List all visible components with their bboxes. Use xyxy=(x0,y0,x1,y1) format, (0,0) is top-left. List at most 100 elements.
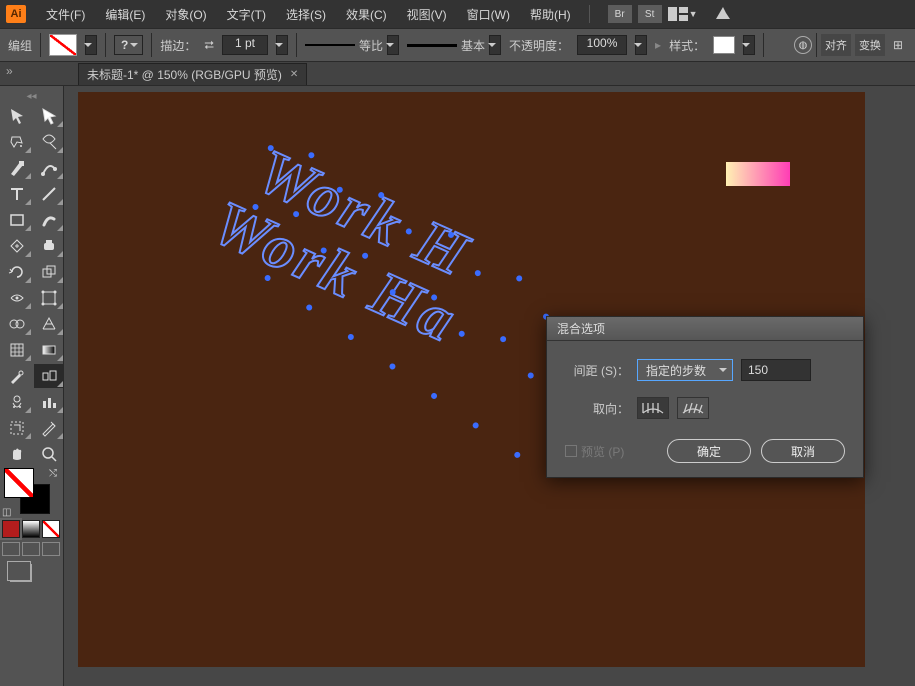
menu-edit[interactable]: 编辑(E) xyxy=(97,2,153,27)
control-bar: 编组 ? 描边： ⮂ 1 pt 等比 基本 不透明度： 100% ▸ 样式： ◍… xyxy=(0,28,915,62)
ok-button[interactable]: 确定 xyxy=(667,439,751,463)
column-graph-tool[interactable] xyxy=(34,390,64,414)
graphic-style-swatch[interactable] xyxy=(713,36,735,54)
artboard-tool[interactable] xyxy=(2,416,32,440)
screen-mode-row xyxy=(0,540,63,558)
magic-wand-tool[interactable] xyxy=(2,130,32,154)
hand-tool[interactable] xyxy=(2,442,32,466)
lasso-tool[interactable] xyxy=(34,130,64,154)
canvas[interactable]: Work H Work Ha 混合选项 间距 (S)： 指定的步数 xyxy=(64,86,915,686)
shape-builder-tool[interactable] xyxy=(2,312,32,336)
variable-width-profile xyxy=(305,44,355,46)
close-tab-icon[interactable]: ✕ xyxy=(290,69,298,80)
menu-window[interactable]: 窗口(W) xyxy=(459,2,518,27)
stroke-swatch[interactable]: ? xyxy=(114,35,143,55)
symbol-sprayer-tool[interactable] xyxy=(2,390,32,414)
eraser-tool[interactable] xyxy=(34,234,64,258)
free-transform-tool[interactable] xyxy=(34,286,64,310)
menu-type[interactable]: 文字(T) xyxy=(219,2,274,27)
style-dd[interactable] xyxy=(743,35,755,55)
bridge-icon[interactable]: Br xyxy=(608,5,632,23)
direct-selection-tool[interactable] xyxy=(34,104,64,128)
type-tool[interactable] xyxy=(2,182,32,206)
zoom-tool[interactable] xyxy=(34,442,64,466)
separator xyxy=(589,5,590,23)
align-button[interactable]: 对齐 xyxy=(821,34,851,56)
arrange-documents-icon[interactable]: ▼ xyxy=(668,7,698,21)
fill-dropdown[interactable] xyxy=(85,35,97,55)
normal-screen-mode[interactable] xyxy=(2,542,20,556)
menu-object[interactable]: 对象(O) xyxy=(157,2,214,27)
stroke-label: 描边： xyxy=(160,37,196,54)
gradient-tool[interactable] xyxy=(34,338,64,362)
blend-tool[interactable] xyxy=(34,364,64,388)
pen-tool[interactable] xyxy=(2,156,32,180)
checkbox-icon xyxy=(565,445,577,457)
curvature-tool[interactable] xyxy=(34,156,64,180)
width-tool[interactable] xyxy=(2,286,32,310)
fill-swatch[interactable] xyxy=(49,34,77,56)
sync-icon[interactable] xyxy=(714,5,732,24)
preview-label: 预览 (P) xyxy=(581,443,624,460)
rotate-tool[interactable] xyxy=(2,260,32,284)
menu-view[interactable]: 视图(V) xyxy=(399,2,455,27)
opacity-input[interactable]: 100% xyxy=(577,35,627,55)
orient-align-page-button[interactable] xyxy=(637,397,669,419)
selection-type-label: 编组 xyxy=(8,37,32,54)
fill-color-swatch[interactable] xyxy=(4,468,34,498)
preview-checkbox[interactable]: 预览 (P) xyxy=(565,443,657,460)
solid-color-mode[interactable] xyxy=(2,520,20,538)
shaper-tool[interactable] xyxy=(2,234,32,258)
menu-help[interactable]: 帮助(H) xyxy=(522,2,579,27)
fullscreen-mode[interactable] xyxy=(42,542,60,556)
tools-panel: ◂◂ ⤭ ◫ xyxy=(0,86,64,686)
stroke-width-dd[interactable] xyxy=(276,35,288,55)
default-fill-stroke-icon[interactable]: ◫ xyxy=(2,507,11,518)
change-screen-icon[interactable] xyxy=(0,558,63,588)
document-tab[interactable]: 未标题-1* @ 150% (RGB/GPU 预览) ✕ xyxy=(78,63,307,85)
paintbrush-tool[interactable] xyxy=(34,208,64,232)
mesh-tool[interactable] xyxy=(2,338,32,362)
swap-fill-stroke-icon[interactable]: ⤭ xyxy=(49,468,57,479)
opacity-dd[interactable] xyxy=(635,35,647,55)
stroke-width-input[interactable]: 1 pt xyxy=(222,35,268,55)
color-mode-row xyxy=(0,518,63,540)
blend-options-dialog: 混合选项 间距 (S)： 指定的步数 取向： xyxy=(546,316,864,478)
eyedropper-tool[interactable] xyxy=(2,364,32,388)
profile-label: 基本 xyxy=(461,37,485,54)
menu-effect[interactable]: 效果(C) xyxy=(338,2,395,27)
profile-dd[interactable] xyxy=(489,35,501,55)
spacing-mode-select[interactable]: 指定的步数 xyxy=(637,359,733,381)
panel-grip-icon[interactable]: ◂◂ xyxy=(0,90,63,102)
dash-dd[interactable] xyxy=(387,35,399,55)
fullscreen-menu-mode[interactable] xyxy=(22,542,40,556)
tab-strip-handle-icon[interactable]: » xyxy=(6,64,13,78)
rectangle-tool[interactable] xyxy=(2,208,32,232)
menu-file[interactable]: 文件(F) xyxy=(38,2,93,27)
line-tool[interactable] xyxy=(34,182,64,206)
transform-button[interactable]: 变换 xyxy=(855,34,885,56)
slice-tool[interactable] xyxy=(34,416,64,440)
fill-stroke-swatches[interactable]: ⤭ ◫ xyxy=(0,468,63,518)
selection-tool[interactable] xyxy=(2,104,32,128)
none-mode[interactable] xyxy=(42,520,60,538)
perspective-grid-tool[interactable] xyxy=(34,312,64,336)
cancel-button[interactable]: 取消 xyxy=(761,439,845,463)
opacity-label: 不透明度： xyxy=(509,37,569,54)
dialog-title[interactable]: 混合选项 xyxy=(547,317,863,341)
app-logo: Ai xyxy=(6,5,26,23)
scale-tool[interactable] xyxy=(34,260,64,284)
selected-text-object[interactable]: Work H Work Ha xyxy=(222,139,494,355)
spacing-value-input[interactable] xyxy=(741,359,811,381)
orient-align-path-button[interactable] xyxy=(677,397,709,419)
menu-select[interactable]: 选择(S) xyxy=(278,2,334,27)
spacing-label: 间距 (S)： xyxy=(565,362,629,379)
stroke-link-icon[interactable]: ⮂ xyxy=(204,38,214,53)
stock-icon[interactable]: St xyxy=(638,5,662,23)
recolor-icon[interactable]: ◍ xyxy=(794,36,812,54)
gradient-rectangle-object[interactable] xyxy=(726,162,790,186)
document-tab-title: 未标题-1* @ 150% (RGB/GPU 预览) xyxy=(87,66,282,83)
gradient-mode[interactable] xyxy=(22,520,40,538)
more-icon[interactable]: ⊞ xyxy=(889,38,907,52)
dash-label: 等比 xyxy=(359,37,383,54)
